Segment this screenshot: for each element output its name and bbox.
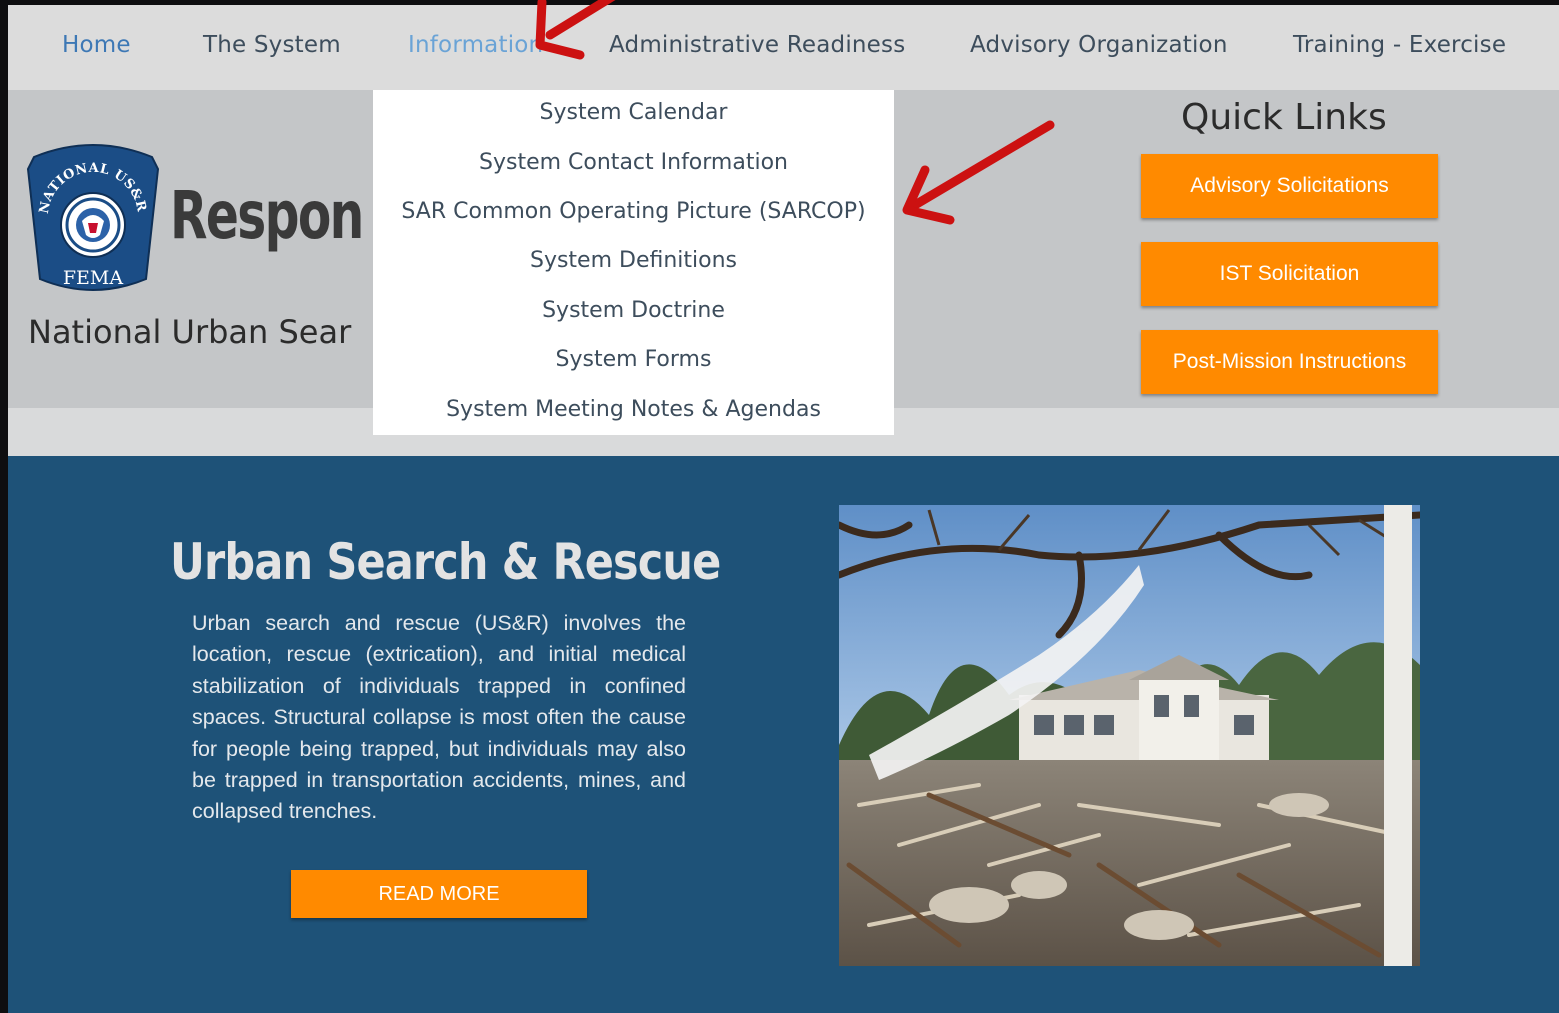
svg-text:FEMA: FEMA <box>63 267 124 289</box>
page-frame: Home The System Information Administrati… <box>8 5 1559 1013</box>
nav-advisory-organization[interactable]: Advisory Organization <box>970 32 1228 58</box>
menu-item-system-definitions[interactable]: System Definitions <box>373 248 894 273</box>
top-nav: Home The System Information Administrati… <box>8 5 1559 90</box>
menu-item-sarcop[interactable]: SAR Common Operating Picture (SARCOP) <box>373 199 894 224</box>
menu-item-system-calendar[interactable]: System Calendar <box>373 100 894 125</box>
read-more-button[interactable]: READ MORE <box>291 870 587 918</box>
information-dropdown-menu: System Calendar System Contact Informati… <box>373 90 894 435</box>
site-title: Respon <box>170 177 364 254</box>
ist-solicitation-button[interactable]: IST Solicitation <box>1141 242 1438 306</box>
advisory-solicitations-button[interactable]: Advisory Solicitations <box>1141 154 1438 218</box>
menu-item-system-contact-information[interactable]: System Contact Information <box>373 150 894 175</box>
main-section-body: Urban search and rescue (US&R) involves … <box>192 611 686 824</box>
menu-item-system-meeting-notes[interactable]: System Meeting Notes & Agendas <box>373 397 894 422</box>
menu-item-system-doctrine[interactable]: System Doctrine <box>373 298 894 323</box>
quick-links-title: Quick Links <box>1181 97 1387 138</box>
post-mission-instructions-button[interactable]: Post-Mission Instructions <box>1141 330 1438 394</box>
nav-training-exercise[interactable]: Training - Exercise <box>1293 32 1506 58</box>
menu-item-system-forms[interactable]: System Forms <box>373 347 894 372</box>
fema-usar-logo[interactable]: NATIONAL US&R RESPONSE SYSTEM FEMA <box>26 139 160 299</box>
nav-information[interactable]: Information <box>408 32 543 58</box>
nav-home[interactable]: Home <box>62 32 131 58</box>
nav-administrative-readiness[interactable]: Administrative Readiness <box>609 32 905 58</box>
debris-photo <box>839 505 1420 966</box>
nav-the-system[interactable]: The System <box>203 32 341 58</box>
main-section-title: Urban Search & Rescue <box>170 533 721 591</box>
site-subtitle: National Urban Sear <box>28 313 352 351</box>
